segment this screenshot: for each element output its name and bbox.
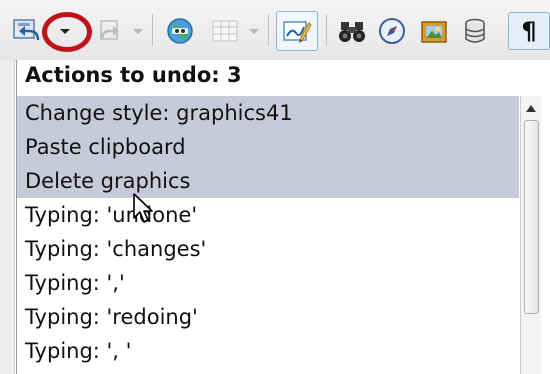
formatting-marks-icon[interactable]: ¶ — [508, 12, 550, 50]
undo-actions-list[interactable]: Change style: graphics41 Paste clipboard… — [17, 96, 519, 374]
undo-action-item[interactable]: Delete graphics — [17, 164, 519, 198]
undo-action-item[interactable]: Change style: graphics41 — [17, 96, 519, 130]
redo-dropdown-arrow[interactable] — [128, 14, 148, 48]
standard-toolbar: ¶ — [0, 0, 550, 61]
undo-action-item[interactable]: Typing: 'redoing' — [17, 300, 519, 334]
navigator-compass-icon[interactable] — [376, 14, 408, 48]
list-scrollbar[interactable] — [520, 96, 541, 374]
find-replace-icon[interactable] — [336, 14, 368, 48]
undo-actions-popup: Actions to undo: 3 Change style: graphic… — [16, 60, 550, 374]
undo-icon[interactable] — [10, 14, 44, 48]
redo-icon[interactable] — [96, 14, 126, 48]
undo-action-item[interactable]: Typing: ',' — [17, 266, 519, 300]
show-draw-functions-icon[interactable] — [280, 14, 314, 48]
gallery-icon[interactable] — [418, 14, 450, 48]
navigator-icon[interactable] — [164, 14, 196, 48]
undo-action-item[interactable]: Typing: 'undone' — [17, 198, 519, 232]
data-sources-icon[interactable] — [460, 14, 490, 48]
undo-dropdown-arrow[interactable] — [52, 14, 78, 48]
scroll-thumb[interactable] — [524, 120, 539, 314]
table-dropdown-arrow[interactable] — [244, 14, 264, 48]
undo-count-title: Actions to undo: 3 — [25, 63, 242, 87]
document-edge — [0, 60, 15, 374]
table-icon[interactable] — [210, 14, 240, 48]
scroll-up-icon[interactable] — [523, 100, 539, 116]
undo-action-item[interactable]: Typing: 'changes' — [17, 232, 519, 266]
undo-action-item[interactable]: Paste clipboard — [17, 130, 519, 164]
undo-action-item[interactable]: Typing: ', ' — [17, 334, 519, 368]
